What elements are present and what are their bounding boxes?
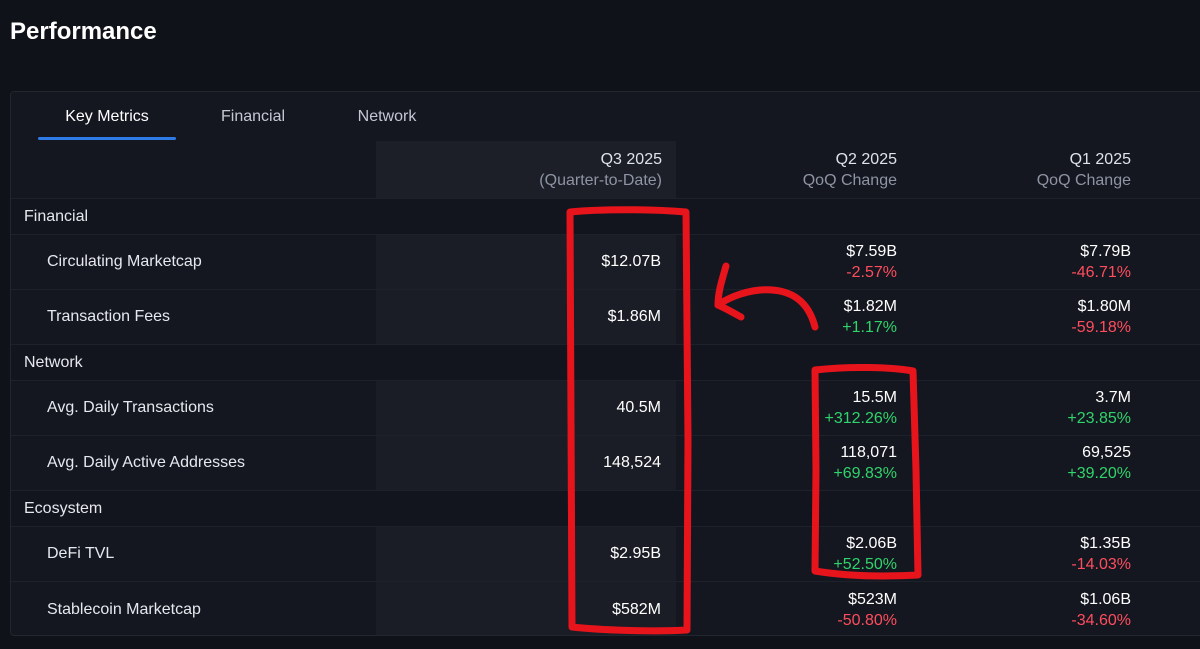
q2-change: +52.50%	[833, 556, 897, 573]
tab-network-label: Network	[357, 107, 417, 125]
q1-change: +23.85%	[1067, 410, 1131, 427]
tab-network[interactable]: Network	[342, 92, 432, 141]
q1-change: -59.18%	[1071, 319, 1131, 336]
table-header-row: Q3 2025 (Quarter-to-Date) Q2 2025 QoQ Ch…	[11, 141, 1200, 199]
section-row-financial: Financial	[11, 199, 1200, 235]
tab-bar: Key Metrics Financial Network	[11, 92, 1200, 141]
section-row-network: Network	[11, 345, 1200, 381]
active-tab-indicator	[38, 137, 176, 140]
q3-column-header: Q3 2025 (Quarter-to-Date)	[376, 141, 662, 198]
q2-change: -2.57%	[846, 264, 897, 281]
q1-change: -46.71%	[1071, 264, 1131, 281]
q2-value: 15.5M	[852, 389, 897, 406]
q1-column-subtitle: QoQ Change	[1036, 171, 1131, 189]
q1-column-header: Q1 2025 QoQ Change	[911, 141, 1131, 198]
metric-label: Circulating Marketcap	[47, 253, 202, 270]
q1-change: -34.60%	[1071, 611, 1131, 629]
q3-value: 40.5M	[616, 399, 661, 416]
q2-change: +69.83%	[833, 465, 897, 482]
q3-value: $12.07B	[601, 253, 661, 270]
metric-label: Stablecoin Marketcap	[47, 600, 201, 618]
q2-change: -50.80%	[837, 611, 897, 629]
q2-value: $523M	[848, 590, 897, 608]
q3-column-title: Q3 2025	[600, 150, 662, 168]
table-row: Avg. Daily Active Addresses 148,524 118,…	[11, 436, 1200, 491]
q3-column-subtitle: (Quarter-to-Date)	[539, 171, 662, 189]
q2-change: +1.17%	[842, 319, 897, 336]
q1-value: $1.35B	[1080, 535, 1131, 552]
section-label-network: Network	[24, 353, 83, 371]
q1-value: 69,525	[1082, 444, 1131, 461]
q2-column-header: Q2 2025 QoQ Change	[676, 141, 897, 198]
q2-value: 118,071	[840, 444, 897, 461]
q1-change: -14.03%	[1071, 556, 1131, 573]
tab-financial-label: Financial	[220, 107, 286, 125]
q3-value: $2.95B	[610, 545, 661, 562]
tab-financial[interactable]: Financial	[205, 92, 301, 141]
page-title: Performance	[10, 18, 157, 45]
q1-value: $1.06B	[1080, 590, 1131, 608]
metric-label: Avg. Daily Transactions	[47, 399, 214, 416]
q1-column-title: Q1 2025	[1069, 150, 1131, 168]
q3-value: $1.86M	[607, 308, 661, 325]
metric-label: Avg. Daily Active Addresses	[47, 454, 246, 471]
q1-value: 3.7M	[1095, 389, 1131, 406]
section-label-ecosystem: Ecosystem	[24, 499, 103, 517]
table-row: Stablecoin Marketcap $582M $523M -50.80%…	[11, 582, 1200, 635]
q2-value: $1.82M	[843, 298, 897, 315]
table-row: Circulating Marketcap $12.07B $7.59B -2.…	[11, 235, 1200, 290]
q1-value: $1.80M	[1077, 298, 1131, 315]
q2-column-subtitle: QoQ Change	[802, 171, 897, 189]
metric-label: Transaction Fees	[47, 308, 171, 325]
table-row: DeFi TVL $2.95B $2.06B +52.50% $1.35B -1…	[11, 527, 1200, 582]
q2-value: $2.06B	[846, 535, 897, 552]
tab-key-metrics[interactable]: Key Metrics	[38, 92, 176, 141]
q3-value: $582M	[612, 600, 661, 618]
performance-card: Key Metrics Financial Network Q3 2025 (Q…	[10, 91, 1200, 636]
tab-key-metrics-label: Key Metrics	[65, 107, 149, 125]
metric-label: DeFi TVL	[47, 545, 115, 562]
q1-value: $7.79B	[1080, 243, 1131, 260]
q3-value: 148,524	[603, 454, 661, 471]
table-row: Avg. Daily Transactions 40.5M 15.5M +312…	[11, 381, 1200, 436]
section-label-financial: Financial	[24, 207, 89, 225]
section-row-ecosystem: Ecosystem	[11, 491, 1200, 527]
table-row: Transaction Fees $1.86M $1.82M +1.17% $1…	[11, 290, 1200, 345]
q2-change: +312.26%	[824, 410, 897, 427]
q2-value: $7.59B	[846, 243, 897, 260]
q1-change: +39.20%	[1067, 465, 1131, 482]
q2-column-title: Q2 2025	[835, 150, 897, 168]
